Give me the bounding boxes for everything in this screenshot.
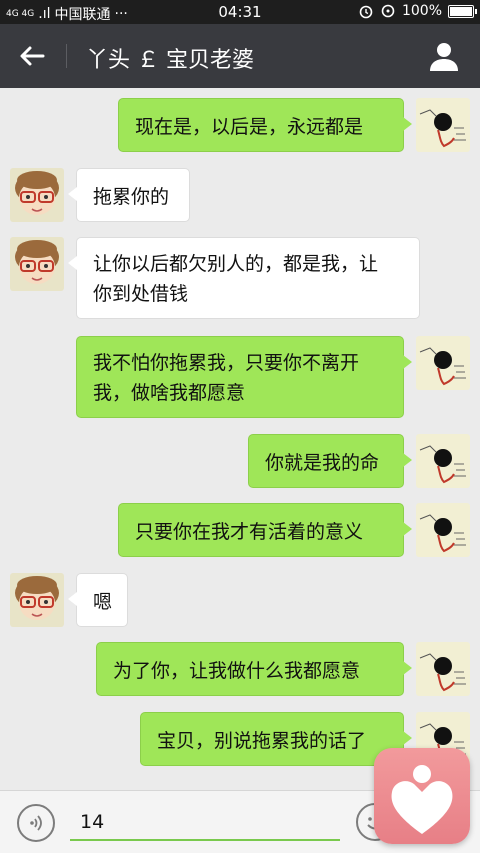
- heart-icon: [391, 765, 453, 834]
- message-text: 你就是我的命: [265, 452, 380, 474]
- message-text: 拖累你的: [93, 186, 170, 208]
- chat-profile-button[interactable]: [428, 40, 460, 72]
- message-bubble-outgoing[interactable]: 为了你，让我做什么我都愿意: [96, 642, 412, 696]
- my-avatar[interactable]: [416, 503, 470, 557]
- message-text: 只要你在我才有活着的意义: [135, 521, 364, 543]
- chat-area[interactable]: 现在是，以后是，永远都是 拖累你的 让你以后都欠别人的，都是我，让 你到处借钱 …: [0, 88, 480, 790]
- message-bubble-outgoing[interactable]: 现在是，以后是，永远都是: [118, 98, 412, 152]
- message-bubble-outgoing[interactable]: 宝贝，别说拖累我的话了: [140, 712, 412, 766]
- my-avatar[interactable]: [416, 98, 470, 152]
- chat-title: 丫头 ￡ 宝贝老婆: [86, 48, 254, 73]
- my-avatar[interactable]: [416, 642, 470, 696]
- message-text-line: 你到处借钱: [93, 283, 189, 305]
- person-icon: [430, 43, 458, 71]
- status-right: 100%: [358, 3, 477, 19]
- friend-avatar[interactable]: [10, 573, 64, 627]
- my-avatar[interactable]: [416, 336, 470, 390]
- battery-icon: [448, 4, 477, 18]
- message-bubble-incoming[interactable]: 嗯: [68, 573, 128, 627]
- status-bar: 4G 4G .ıl 中国联通 ··· 04:31 100%: [0, 0, 480, 24]
- message-text: 现在是，以后是，永远都是: [135, 116, 364, 138]
- voice-icon: [30, 815, 42, 831]
- friend-avatar[interactable]: [10, 237, 64, 291]
- message-bubble-incoming[interactable]: 让你以后都欠别人的，都是我，让 你到处借钱: [68, 237, 420, 319]
- voice-input-button[interactable]: [17, 804, 55, 842]
- message-text: 宝贝，别说拖累我的话了: [157, 730, 367, 752]
- message-bubble-outgoing[interactable]: 只要你在我才有活着的意义: [118, 503, 412, 557]
- header-divider: [66, 44, 67, 68]
- back-arrow-icon: [20, 46, 45, 66]
- message-bubble-outgoing[interactable]: 你就是我的命: [248, 434, 412, 488]
- sync-icon: [381, 4, 395, 18]
- message-text-line: 让你以后都欠别人的，都是我，让: [93, 253, 379, 275]
- message-bubble-incoming[interactable]: 拖累你的: [68, 168, 190, 222]
- battery-percent: 100%: [401, 3, 442, 19]
- back-button[interactable]: [10, 36, 54, 76]
- friend-avatar[interactable]: [10, 168, 64, 222]
- message-bubble-outgoing[interactable]: 我不怕你拖累我，只要你不离开 我，做啥我都愿意: [76, 336, 412, 418]
- message-text-line: 我不怕你拖累我，只要你不离开: [93, 352, 360, 374]
- message-input[interactable]: [70, 805, 340, 841]
- floating-heart-app-icon[interactable]: [374, 748, 470, 844]
- alarm-icon: [359, 5, 373, 19]
- message-text-line: 我，做啥我都愿意: [93, 382, 246, 404]
- message-text: 为了你，让我做什么我都愿意: [113, 660, 361, 682]
- message-text: 嗯: [93, 591, 113, 613]
- my-avatar[interactable]: [416, 434, 470, 488]
- chat-header: 丫头 ￡ 宝贝老婆: [0, 24, 480, 88]
